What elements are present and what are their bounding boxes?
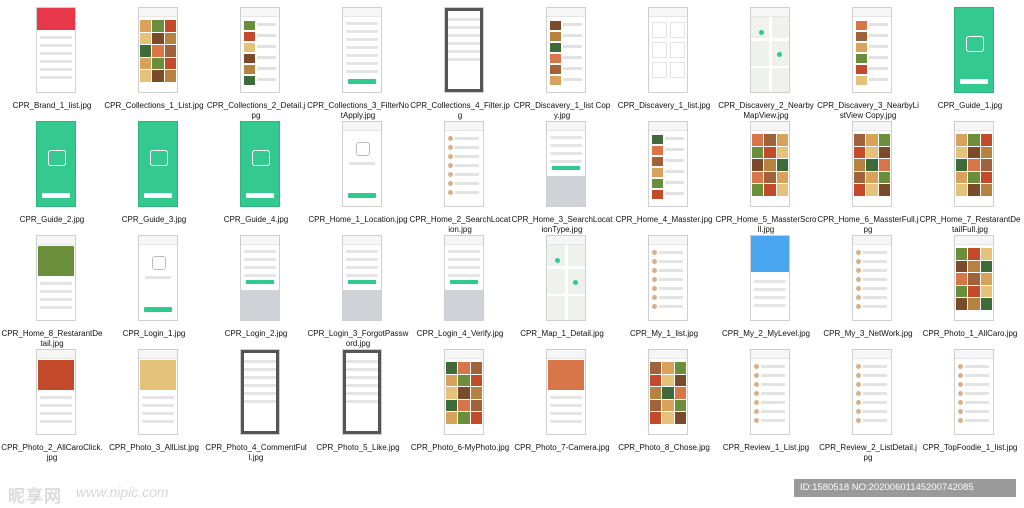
screen-preview <box>750 349 790 435</box>
screen-preview <box>444 349 484 435</box>
screen-preview <box>546 7 586 93</box>
file-name-label: CPR_Guide_2.jpg <box>19 215 85 224</box>
file-name-label: CPR_Login_3_ForgotPassword.jpg <box>307 329 409 348</box>
file-name-label: CPR_Photo_6-MyPhoto.jpg <box>410 443 510 452</box>
file-name-label: CPR_Discavery_3_NearbyListView Copy.jpg <box>817 101 919 120</box>
file-name-label: CPR_Home_8_RestarantDetail.jpg <box>1 329 103 348</box>
file-name-label: CPR_Guide_3.jpg <box>121 215 187 224</box>
screen-preview <box>954 235 994 321</box>
screen-preview <box>240 349 280 435</box>
file-name-label: CPR_Discavery_1_list Copy.jpg <box>513 101 611 120</box>
screen-preview <box>648 349 688 435</box>
screen-preview <box>342 7 382 93</box>
screen-preview <box>138 7 178 93</box>
file-name-label: CPR_Photo_1_AllCaro.jpg <box>922 329 1018 338</box>
file-name-label: CPR_Photo_7-Camera.jpg <box>514 443 610 452</box>
screen-preview <box>342 121 382 207</box>
file-name-label: CPR_Login_2.jpg <box>224 329 288 338</box>
screen-preview <box>852 349 892 435</box>
file-name-label: CPR_Home_6_MassterFull.jpg <box>817 215 919 234</box>
file-name-label: CPR_Photo_4_CommentFull.jpg <box>205 443 307 462</box>
screen-preview <box>138 349 178 435</box>
file-name-label: CPR_Review_1_List.jpg <box>722 443 810 452</box>
screen-preview <box>954 349 994 435</box>
screen-preview <box>240 121 280 207</box>
screen-preview <box>240 235 280 321</box>
screen-preview <box>954 7 994 93</box>
file-name-label: CPR_My_2_MyLevel.jpg <box>721 329 811 338</box>
file-name-label: CPR_My_3_NetWork.jpg <box>823 329 913 338</box>
screen-preview <box>648 7 688 93</box>
file-name-label: CPR_Home_5_MassterScroll.jpg <box>715 215 817 234</box>
image-id-bar: ID:1580518 NO:20200601145200742085 <box>794 479 1016 497</box>
file-name-label: CPR_Brand_1_list.jpg <box>12 101 92 110</box>
file-name-label: CPR_Collections_1_List.jpg <box>104 101 204 110</box>
file-name-label: CPR_My_1_list.jpg <box>629 329 699 338</box>
file-name-label: CPR_Home_3_SearchLocationType.jpg <box>511 215 613 234</box>
screen-preview <box>342 235 382 321</box>
screen-preview <box>36 349 76 435</box>
file-name-label: CPR_Discavery_1_list.jpg <box>617 101 711 110</box>
file-name-label: CPR_Collections_4_Filter.jpg <box>410 101 510 120</box>
screen-preview <box>852 235 892 321</box>
screen-preview <box>852 7 892 93</box>
screen-preview <box>36 7 76 93</box>
screen-preview <box>138 121 178 207</box>
screen-preview <box>648 121 688 207</box>
file-name-label: CPR_Home_4_Masster.jpg <box>615 215 713 224</box>
screen-preview <box>546 235 586 321</box>
screen-preview <box>36 121 76 207</box>
watermark-logo: 昵享网 <box>8 487 62 507</box>
file-name-label: CPR_Guide_1.jpg <box>937 101 1003 110</box>
screen-preview <box>546 349 586 435</box>
screen-preview <box>750 235 790 321</box>
file-name-label: CPR_Review_2_ListDetail.jpg <box>819 443 917 462</box>
file-name-label: CPR_Photo_3_AllList.jpg <box>109 443 199 452</box>
screen-preview <box>750 7 790 93</box>
screen-preview <box>138 235 178 321</box>
screen-preview <box>36 235 76 321</box>
file-name-label: CPR_Home_1_Location.jpg <box>308 215 408 224</box>
file-name-label: CPR_Map_1_Detail.jpg <box>520 329 604 338</box>
file-name-label: CPR_Photo_5_Like.jpg <box>316 443 400 452</box>
thumbnail-grid: CPR_Brand_1_list.jpg CPR_Collections_1_Li… <box>0 0 1024 508</box>
screen-preview <box>954 121 994 207</box>
file-name-label: CPR_TopFoodie_1_list.jpg <box>922 443 1018 452</box>
file-name-label: CPR_Discavery_2_NearbyMapView.jpg <box>718 101 814 120</box>
screen-preview <box>444 7 484 93</box>
file-name-label: CPR_Home_2_SearchLocation.jpg <box>409 215 511 234</box>
watermark-url: www.nipic.com <box>76 484 169 500</box>
file-name-label: CPR_Photo_2_AllCaroClick.jpg <box>1 443 103 462</box>
screen-preview <box>240 7 280 93</box>
file-name-label: CPR_Guide_4.jpg <box>223 215 289 224</box>
file-name-label: CPR_Login_4_Verify.jpg <box>416 329 504 338</box>
screen-preview <box>852 121 892 207</box>
screen-preview <box>648 235 688 321</box>
screen-preview <box>444 121 484 207</box>
file-name-label: CPR_Home_7_RestarantDetailFull.jpg <box>919 215 1021 234</box>
screen-preview <box>342 349 382 435</box>
file-name-label: CPR_Login_1.jpg <box>122 329 186 338</box>
file-name-label: CPR_Collections_2_Detail.jpg <box>206 101 306 120</box>
file-name-label: CPR_Collections_3_FilterNotApply.jpg <box>307 101 409 120</box>
screen-preview <box>750 121 790 207</box>
screen-preview <box>546 121 586 207</box>
screen-preview <box>444 235 484 321</box>
file-name-label: CPR_Photo_8_Chose.jpg <box>618 443 710 452</box>
